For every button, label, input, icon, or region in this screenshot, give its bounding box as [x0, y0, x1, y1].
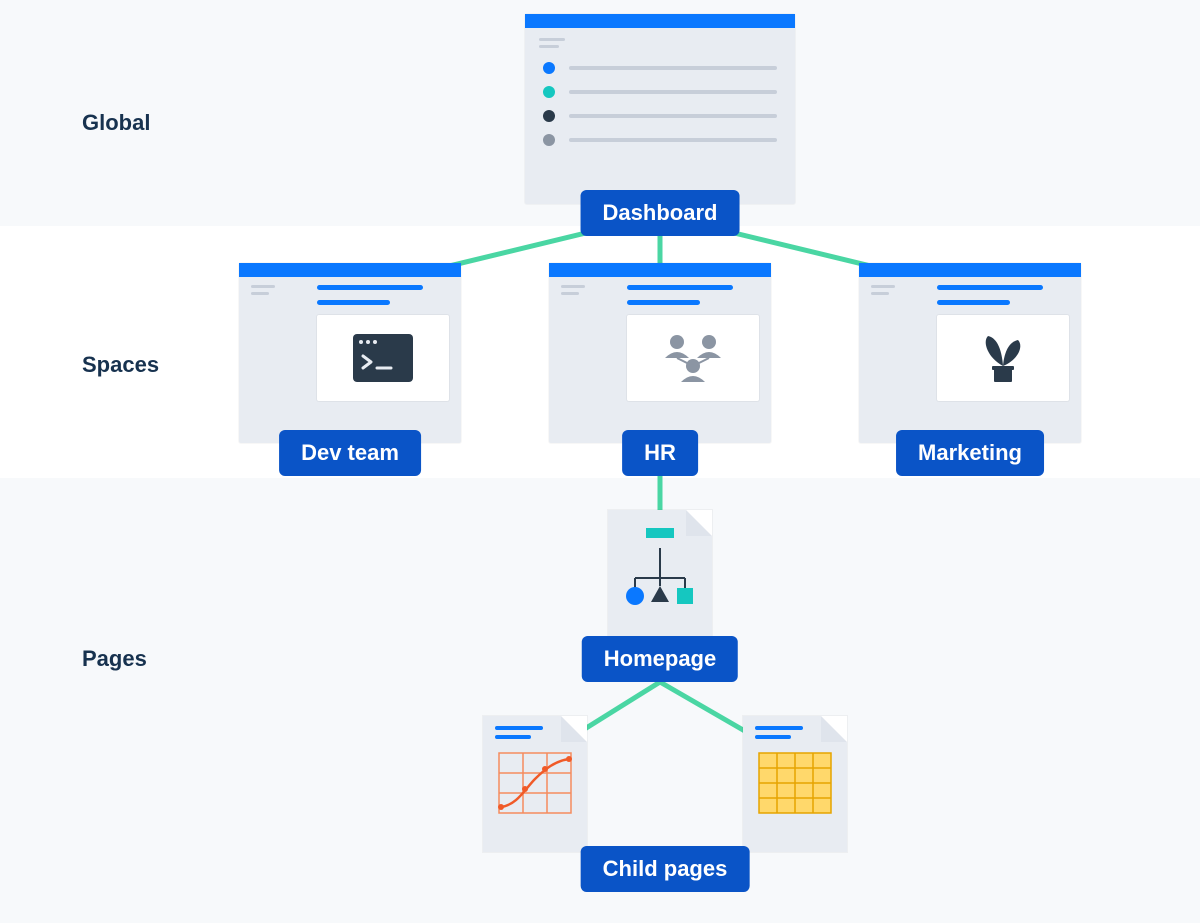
table-icon — [755, 749, 835, 821]
page-child-table — [743, 716, 847, 852]
badge-child-pages: Child pages — [581, 846, 750, 892]
dot-icon — [543, 134, 555, 146]
badge-hr: HR — [622, 430, 698, 476]
badge-marketing: Marketing — [896, 430, 1044, 476]
window-dashboard — [525, 14, 795, 204]
people-icon — [627, 315, 759, 401]
line-chart-icon — [495, 749, 575, 821]
terminal-icon — [317, 315, 449, 401]
window-dev-team — [239, 263, 461, 443]
flowchart-icon — [621, 548, 699, 610]
badge-dev-team: Dev team — [279, 430, 421, 476]
dot-icon — [543, 86, 555, 98]
page-homepage — [608, 510, 712, 646]
row-label-global: Global — [82, 110, 150, 136]
dot-icon — [543, 110, 555, 122]
page-child-chart — [483, 716, 587, 852]
badge-dashboard: Dashboard — [581, 190, 740, 236]
row-label-spaces: Spaces — [82, 352, 159, 378]
row-label-pages: Pages — [82, 646, 147, 672]
window-marketing — [859, 263, 1081, 443]
window-hr — [549, 263, 771, 443]
dot-icon — [543, 62, 555, 74]
plant-icon — [937, 315, 1069, 401]
badge-homepage: Homepage — [582, 636, 738, 682]
